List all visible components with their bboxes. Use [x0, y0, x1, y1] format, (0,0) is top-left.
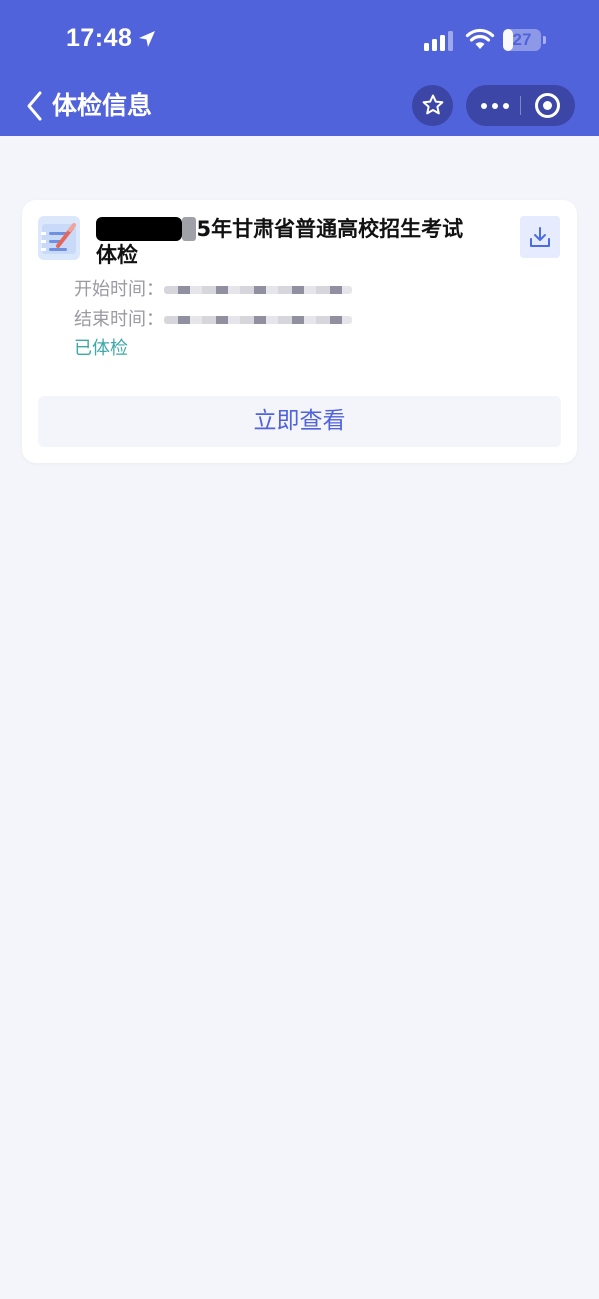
- exam-title: 宁夏20205年甘肃省普通高校招生考试 体检: [96, 216, 496, 268]
- exam-card: 宁夏20205年甘肃省普通高校招生考试 体检 立即查看: [22, 200, 577, 463]
- redacted-text: 宁夏202: [96, 217, 182, 241]
- status-badge: 已体检: [74, 338, 128, 359]
- more-button[interactable]: [466, 85, 520, 126]
- back-button[interactable]: [22, 88, 52, 124]
- battery-percent: 27: [512, 30, 532, 49]
- download-icon: [530, 227, 550, 247]
- end-time-value-redacted: .: [164, 316, 352, 324]
- exam-title-text: 5年甘肃省普通高校招生考试: [196, 217, 464, 241]
- end-time-row: 结束时间：.: [74, 309, 352, 331]
- start-time-label: 开始时间：: [74, 279, 164, 300]
- ellipsis-dot: [503, 103, 509, 109]
- battery-icon: 27: [503, 29, 541, 51]
- ellipsis-icon: [481, 103, 487, 109]
- end-time-label: 结束时间：: [74, 309, 164, 330]
- exam-form-icon: [38, 216, 80, 260]
- menu-capsule: [466, 85, 575, 126]
- download-button[interactable]: [520, 216, 560, 258]
- view-now-button[interactable]: 立即查看: [38, 396, 561, 447]
- status-time: 17:48: [66, 24, 133, 52]
- battery-tip: [543, 36, 546, 44]
- exam-title-line2: 体检: [96, 243, 138, 267]
- favorite-button[interactable]: [412, 85, 453, 126]
- location-arrow-icon: [139, 31, 155, 47]
- redacted-text: 0: [181, 217, 197, 241]
- chevron-left-icon: [27, 91, 42, 121]
- start-time-value-redacted: .: [164, 286, 352, 294]
- start-time-row: 开始时间：.: [74, 279, 352, 301]
- wifi-icon: [465, 28, 495, 49]
- target-icon-dot: [543, 101, 552, 110]
- close-miniprogram-button[interactable]: [521, 85, 575, 126]
- star-icon: [422, 94, 444, 115]
- page-title: 体检信息: [52, 91, 153, 120]
- ellipsis-dot: [492, 103, 498, 109]
- cellular-signal-icon: [424, 31, 453, 51]
- navigation-header: 17:48 27 体检信息: [0, 0, 599, 136]
